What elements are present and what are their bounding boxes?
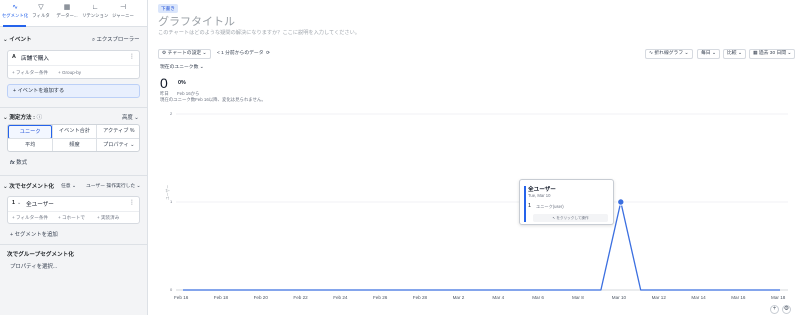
tooltip-unit: ユニーク(user) — [536, 204, 564, 209]
x-tick-label: Feb 28 — [412, 295, 428, 300]
y-tick-label: 2 — [170, 111, 173, 116]
x-tick-label: Mar 14 — [691, 295, 706, 300]
y-axis-title: ユーザー — [166, 184, 170, 200]
series-line[interactable] — [183, 201, 780, 291]
tooltip-series-name: 全ユーザー — [528, 187, 556, 193]
x-tick-label: Mar 10 — [611, 295, 627, 300]
x-tick-label: Mar 16 — [731, 295, 746, 300]
x-tick-label: Mar 18 — [771, 295, 786, 300]
tooltip-value: 1 — [528, 203, 532, 209]
x-tick-label: Mar 8 — [572, 295, 584, 300]
x-tick-label: Mar 2 — [452, 295, 465, 300]
gear-icon[interactable]: ⚙ — [782, 305, 791, 314]
series-color-bar — [524, 186, 526, 222]
x-tick-label: Feb 16 — [174, 295, 189, 300]
x-tick-label: Feb 24 — [333, 295, 348, 300]
x-tick-label: Mar 4 — [492, 295, 505, 300]
x-tick-label: Mar 12 — [651, 295, 666, 300]
x-tick-label: Mar 6 — [532, 295, 544, 300]
x-tick-label: Feb 22 — [293, 295, 308, 300]
line-chart[interactable] — [0, 0, 800, 315]
tooltip-date: Tue, Mar 10 — [528, 193, 551, 198]
x-tick-label: Feb 26 — [373, 295, 388, 300]
data-point[interactable] — [617, 198, 625, 206]
add-annotation-icon[interactable]: + — [770, 305, 779, 314]
x-tick-label: Feb 18 — [213, 295, 229, 300]
y-tick-label: 0 — [170, 287, 173, 292]
chart-tooltip: 全ユーザー Tue, Mar 10 1 ユニーク(user) ↖ をクリックして… — [519, 179, 614, 225]
tooltip-click-hint[interactable]: ↖ をクリックして操作 — [533, 214, 608, 222]
x-tick-label: Feb 20 — [253, 295, 268, 300]
